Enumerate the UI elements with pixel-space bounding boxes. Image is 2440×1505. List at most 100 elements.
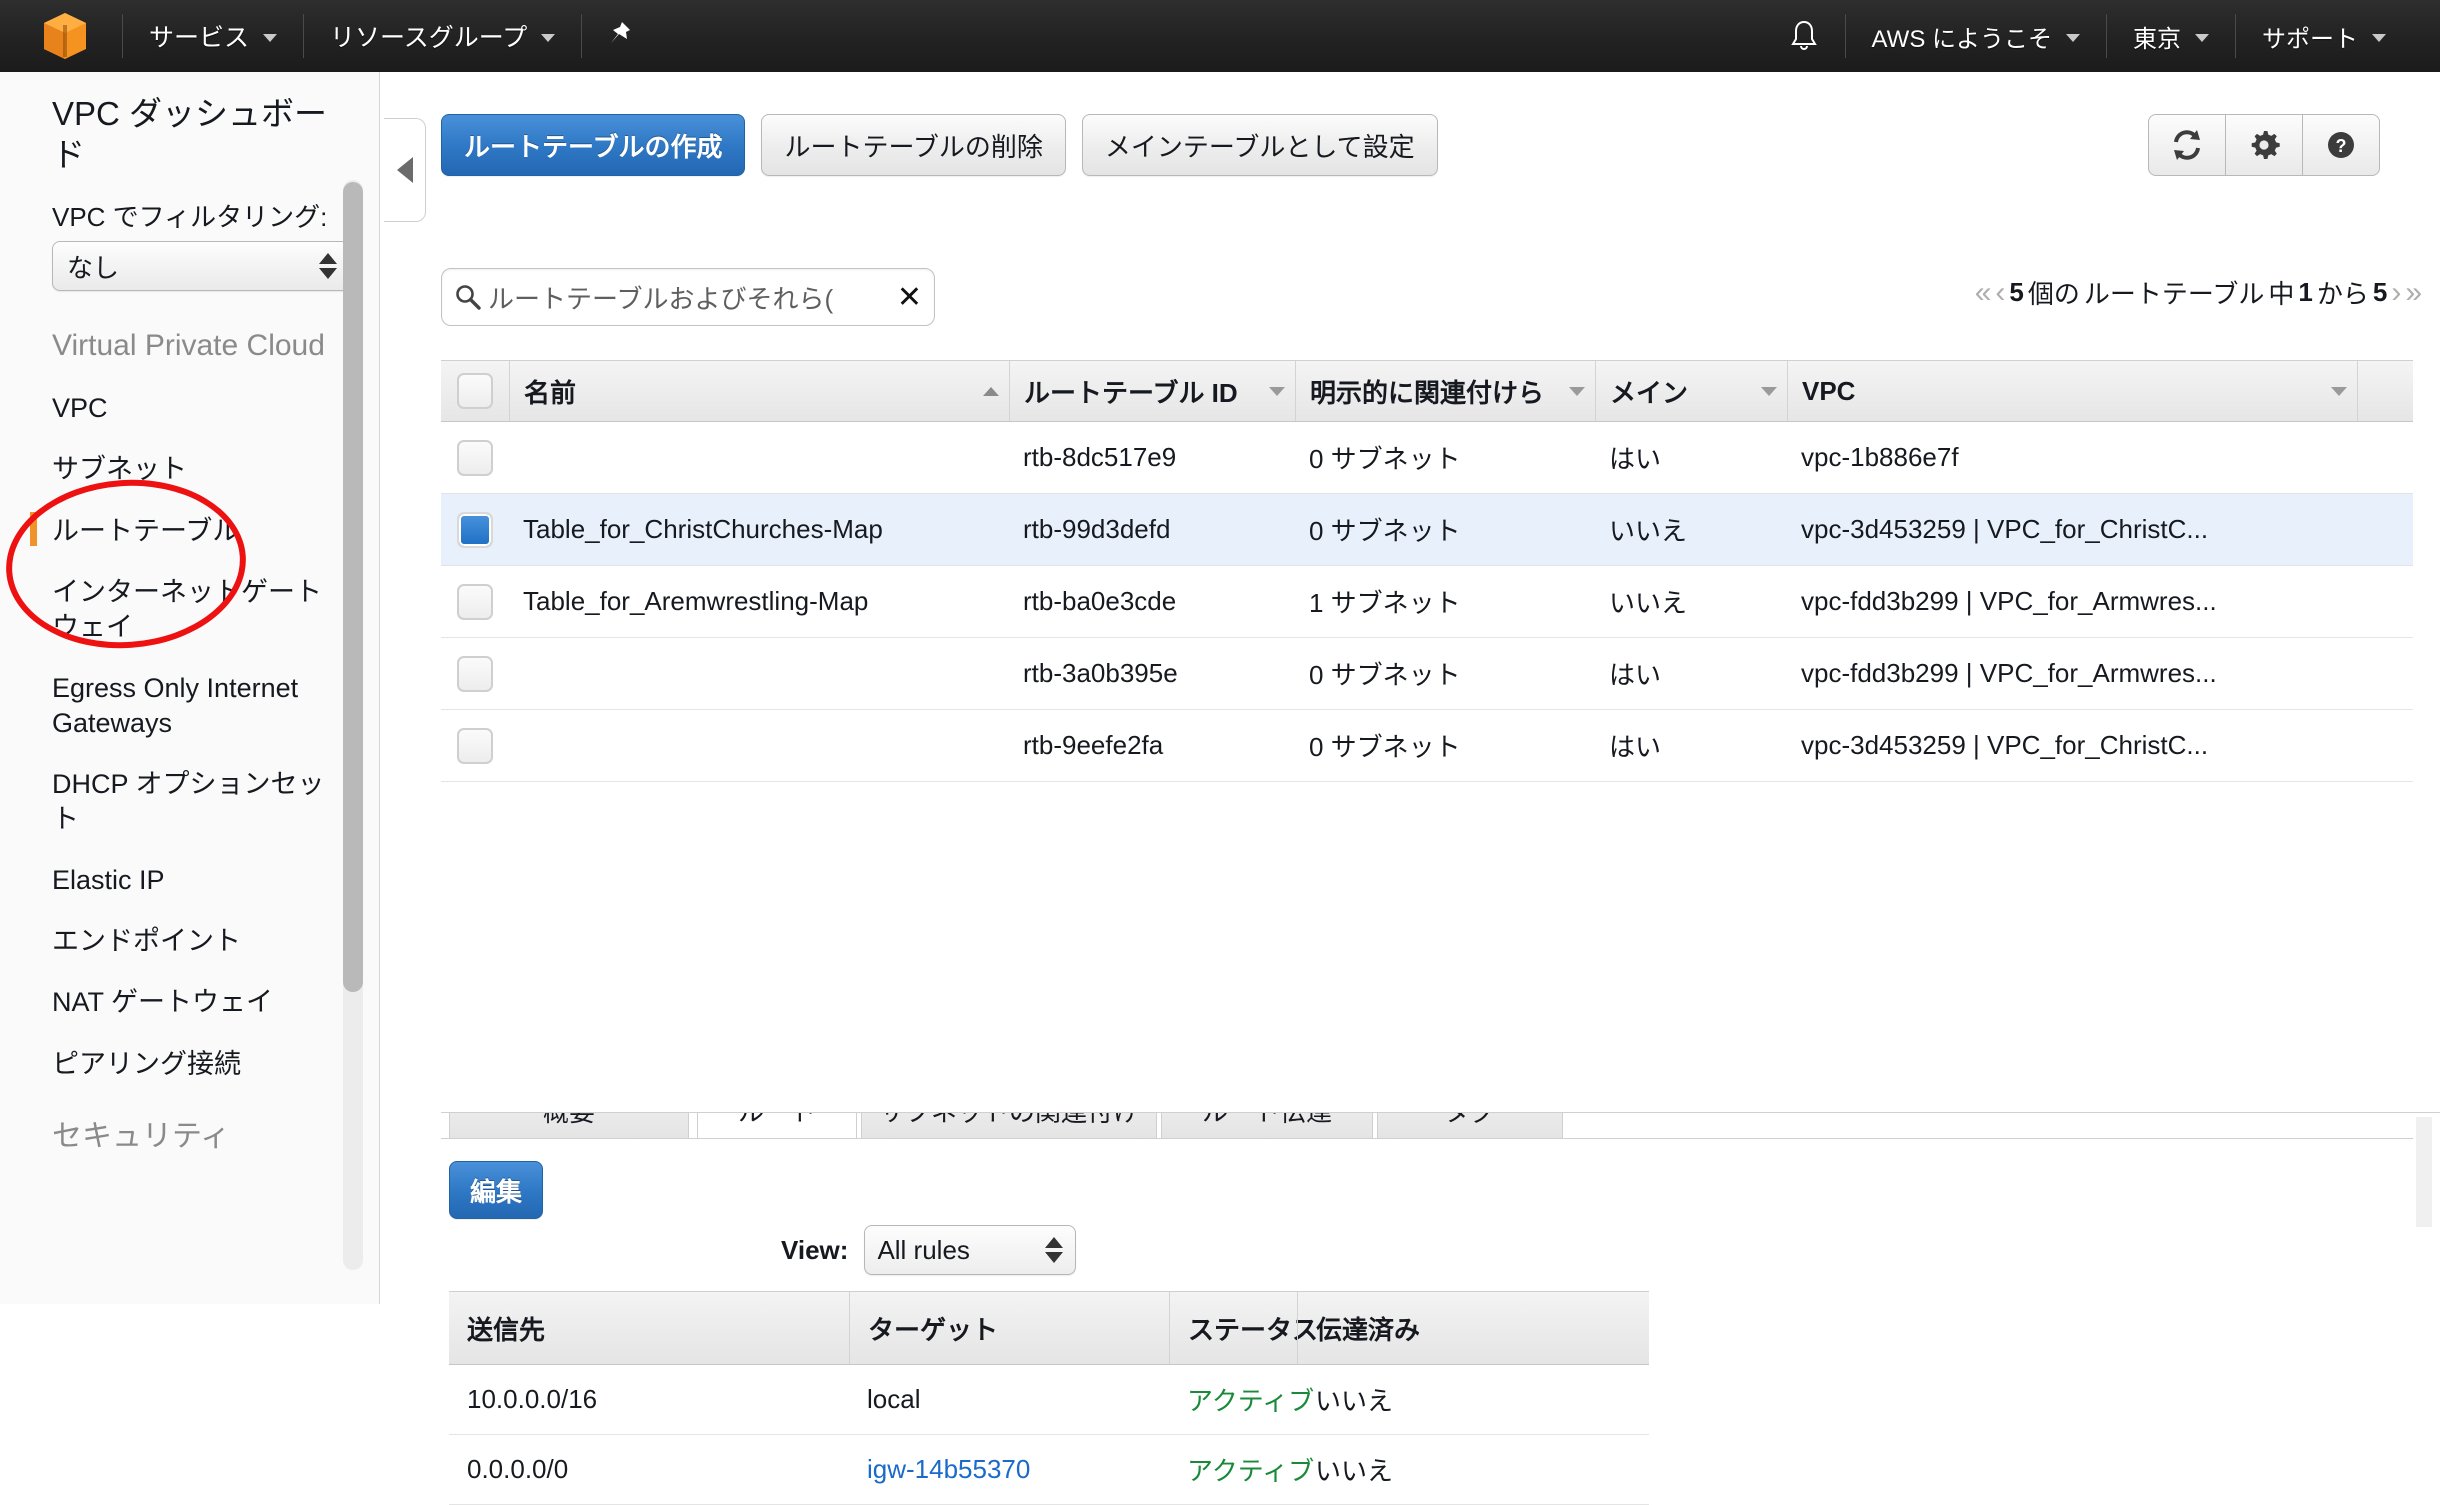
cell-name: Table_for_Aremwrestling-Map xyxy=(523,586,869,616)
routes-column-status[interactable]: ステータス xyxy=(1169,1292,1318,1364)
column-header-vpc[interactable]: VPC xyxy=(1787,361,2357,421)
pagination-mid: 中 xyxy=(2268,279,2295,309)
search-placeholder: ルートテーブルおよびそれら( xyxy=(488,283,834,314)
tab-route-propagation[interactable]: ルート伝達 xyxy=(1161,1113,1373,1139)
row-select-cell[interactable] xyxy=(441,638,509,709)
tab-subnet-associations[interactable]: サブネットの関連付け xyxy=(861,1113,1157,1139)
sidebar-group-security: セキュリティ xyxy=(52,1119,231,1153)
region-label: 東京 xyxy=(2133,25,2181,53)
sidebar-item-internet-gateways[interactable]: インターネットゲートウェイ xyxy=(52,575,346,645)
settings-button[interactable] xyxy=(2225,114,2303,176)
row-select-cell[interactable] xyxy=(441,566,509,637)
routes-column-propagated[interactable]: 伝達済み xyxy=(1297,1292,1420,1364)
help-button[interactable]: ? xyxy=(2302,114,2380,176)
cell-main: はい xyxy=(1609,732,1662,762)
nav-resource-groups-label: リソースグループ xyxy=(330,24,528,52)
sidebar-item-elastic-ip[interactable]: Elastic IP xyxy=(52,863,346,898)
create-route-table-button[interactable]: ルートテーブルの作成 xyxy=(441,114,746,176)
refresh-button[interactable] xyxy=(2148,114,2226,176)
table-row[interactable]: rtb-8dc517e9 0 サブネット はい vpc-1b886e7f xyxy=(441,422,2413,494)
search-input[interactable]: ルートテーブルおよびそれら( ✕ xyxy=(441,268,935,326)
cell-main: はい xyxy=(1609,660,1662,690)
cell-main: いいえ xyxy=(1609,516,1688,546)
edit-button[interactable]: 編集 xyxy=(449,1161,544,1219)
row-select-cell[interactable] xyxy=(441,494,509,565)
routes-column-target[interactable]: ターゲット xyxy=(849,1292,1169,1364)
tab-routes[interactable]: ルート xyxy=(697,1113,857,1139)
sidebar-item-vpc[interactable]: VPC xyxy=(52,391,346,426)
row-checkbox[interactable] xyxy=(457,727,493,764)
sidebar-item-route-tables[interactable]: ルートテーブル xyxy=(30,511,346,549)
table-header-row: 名前 ルートテーブル ID 明示的に関連付けら メイン VPC xyxy=(441,360,2413,422)
sidebar-item-dhcp-option-sets[interactable]: DHCP オプションセット xyxy=(52,767,346,837)
view-select-value: All rules xyxy=(877,1234,970,1265)
vpc-filter-select[interactable]: なし xyxy=(52,241,350,291)
cell-association: 0 サブネット xyxy=(1309,516,1461,546)
sidebar-item-label: Egress Only Internet Gateways xyxy=(52,672,299,738)
nav-pin-button[interactable] xyxy=(582,0,658,72)
vpc-filter-label: VPC でフィルタリング: xyxy=(52,201,328,232)
tab-tags[interactable]: タグ xyxy=(1377,1113,1563,1139)
row-checkbox[interactable] xyxy=(457,511,493,548)
row-checkbox[interactable] xyxy=(457,583,493,620)
pagination-first-button[interactable]: « xyxy=(1975,276,1992,310)
sidebar-item-peering-connections[interactable]: ピアリング接続 xyxy=(52,1047,346,1082)
column-header-label: VPC xyxy=(1802,375,1856,406)
chevron-down-icon xyxy=(2372,34,2386,42)
stepper-icon xyxy=(1045,1237,1064,1263)
chevron-down-icon xyxy=(263,34,278,42)
view-select[interactable]: All rules xyxy=(864,1225,1077,1275)
sidebar-item-endpoints[interactable]: エンドポイント xyxy=(52,924,346,959)
cell-association: 0 サブネット xyxy=(1309,732,1461,762)
set-as-main-table-button[interactable]: メインテーブルとして設定 xyxy=(1081,114,1438,176)
delete-route-table-button[interactable]: ルートテーブルの削除 xyxy=(761,114,1066,176)
row-checkbox[interactable] xyxy=(457,655,493,692)
table-row[interactable]: rtb-3a0b395e 0 サブネット はい vpc-fdd3b299 | V… xyxy=(441,638,2413,710)
account-menu[interactable]: AWS にようこそ xyxy=(1846,0,2106,72)
table-row[interactable]: rtb-9eefe2fa 0 サブネット はい vpc-3d453259 | V… xyxy=(441,710,2413,782)
routes-row[interactable]: 10.0.0.0/16 local アクティブ いいえ xyxy=(449,1365,1649,1435)
sidebar-item-label: NAT ゲートウェイ xyxy=(52,987,274,1018)
notifications-button[interactable] xyxy=(1763,0,1845,72)
refresh-icon xyxy=(2174,130,2200,160)
table-row[interactable]: Table_for_ChristChurches-Map rtb-99d3def… xyxy=(441,494,2413,566)
route-status: アクティブ xyxy=(1187,1386,1315,1416)
select-all-checkbox[interactable] xyxy=(457,373,493,409)
detail-panel-scrollbar[interactable] xyxy=(2416,1117,2432,1227)
sidebar-item-nat-gateways[interactable]: NAT ゲートウェイ xyxy=(52,985,346,1020)
nav-resource-groups[interactable]: リソースグループ xyxy=(304,0,581,72)
detail-panel: 概要 ルート サブネットの関連付け ルート伝達 タグ 編集 View: All … xyxy=(441,1112,2440,1505)
region-menu[interactable]: 東京 xyxy=(2107,0,2235,72)
routes-row[interactable]: 0.0.0.0/0 igw-14b55370 アクティブ いいえ xyxy=(449,1435,1649,1505)
row-checkbox[interactable] xyxy=(457,439,493,476)
support-menu[interactable]: サポート xyxy=(2236,0,2412,72)
tab-summary[interactable]: 概要 xyxy=(449,1113,689,1139)
pin-icon xyxy=(611,22,631,43)
sidebar-collapse-handle[interactable] xyxy=(384,118,426,222)
cell-route-table-id: rtb-99d3defd xyxy=(1023,514,1171,544)
pagination-next-button[interactable]: › xyxy=(2391,276,2401,310)
pagination-last-button[interactable]: » xyxy=(2405,276,2422,310)
column-header-name[interactable]: 名前 xyxy=(509,361,1009,421)
sidebar-scrollbar-thumb[interactable] xyxy=(343,182,363,992)
row-select-cell[interactable] xyxy=(441,422,509,493)
column-header-explicit-association[interactable]: 明示的に関連付けら xyxy=(1295,361,1595,421)
sidebar-item-egress-only-internet-gateways[interactable]: Egress Only Internet Gateways xyxy=(52,671,346,741)
column-header-route-table-id[interactable]: ルートテーブル ID xyxy=(1009,361,1295,421)
sidebar-item-subnets[interactable]: サブネット xyxy=(52,452,346,487)
routes-column-destination[interactable]: 送信先 xyxy=(449,1292,849,1364)
select-all-header[interactable] xyxy=(441,361,509,421)
route-target-link[interactable]: igw-14b55370 xyxy=(849,1435,1169,1504)
pagination-of: 個の xyxy=(2027,279,2080,309)
table-row[interactable]: Table_for_Aremwrestling-Map rtb-ba0e3cde… xyxy=(441,566,2413,638)
cell-route-table-id: rtb-8dc517e9 xyxy=(1023,442,1177,472)
aws-cube-logo[interactable] xyxy=(0,0,122,72)
row-select-cell[interactable] xyxy=(441,710,509,781)
column-header-label: メイン xyxy=(1610,377,1689,408)
column-header-main[interactable]: メイン xyxy=(1595,361,1787,421)
clear-icon[interactable]: ✕ xyxy=(893,280,926,315)
pagination-prev-button[interactable]: ‹ xyxy=(1995,276,2005,310)
stepper-icon xyxy=(319,253,337,279)
nav-services[interactable]: サービス xyxy=(123,0,303,72)
search-icon xyxy=(456,285,481,310)
